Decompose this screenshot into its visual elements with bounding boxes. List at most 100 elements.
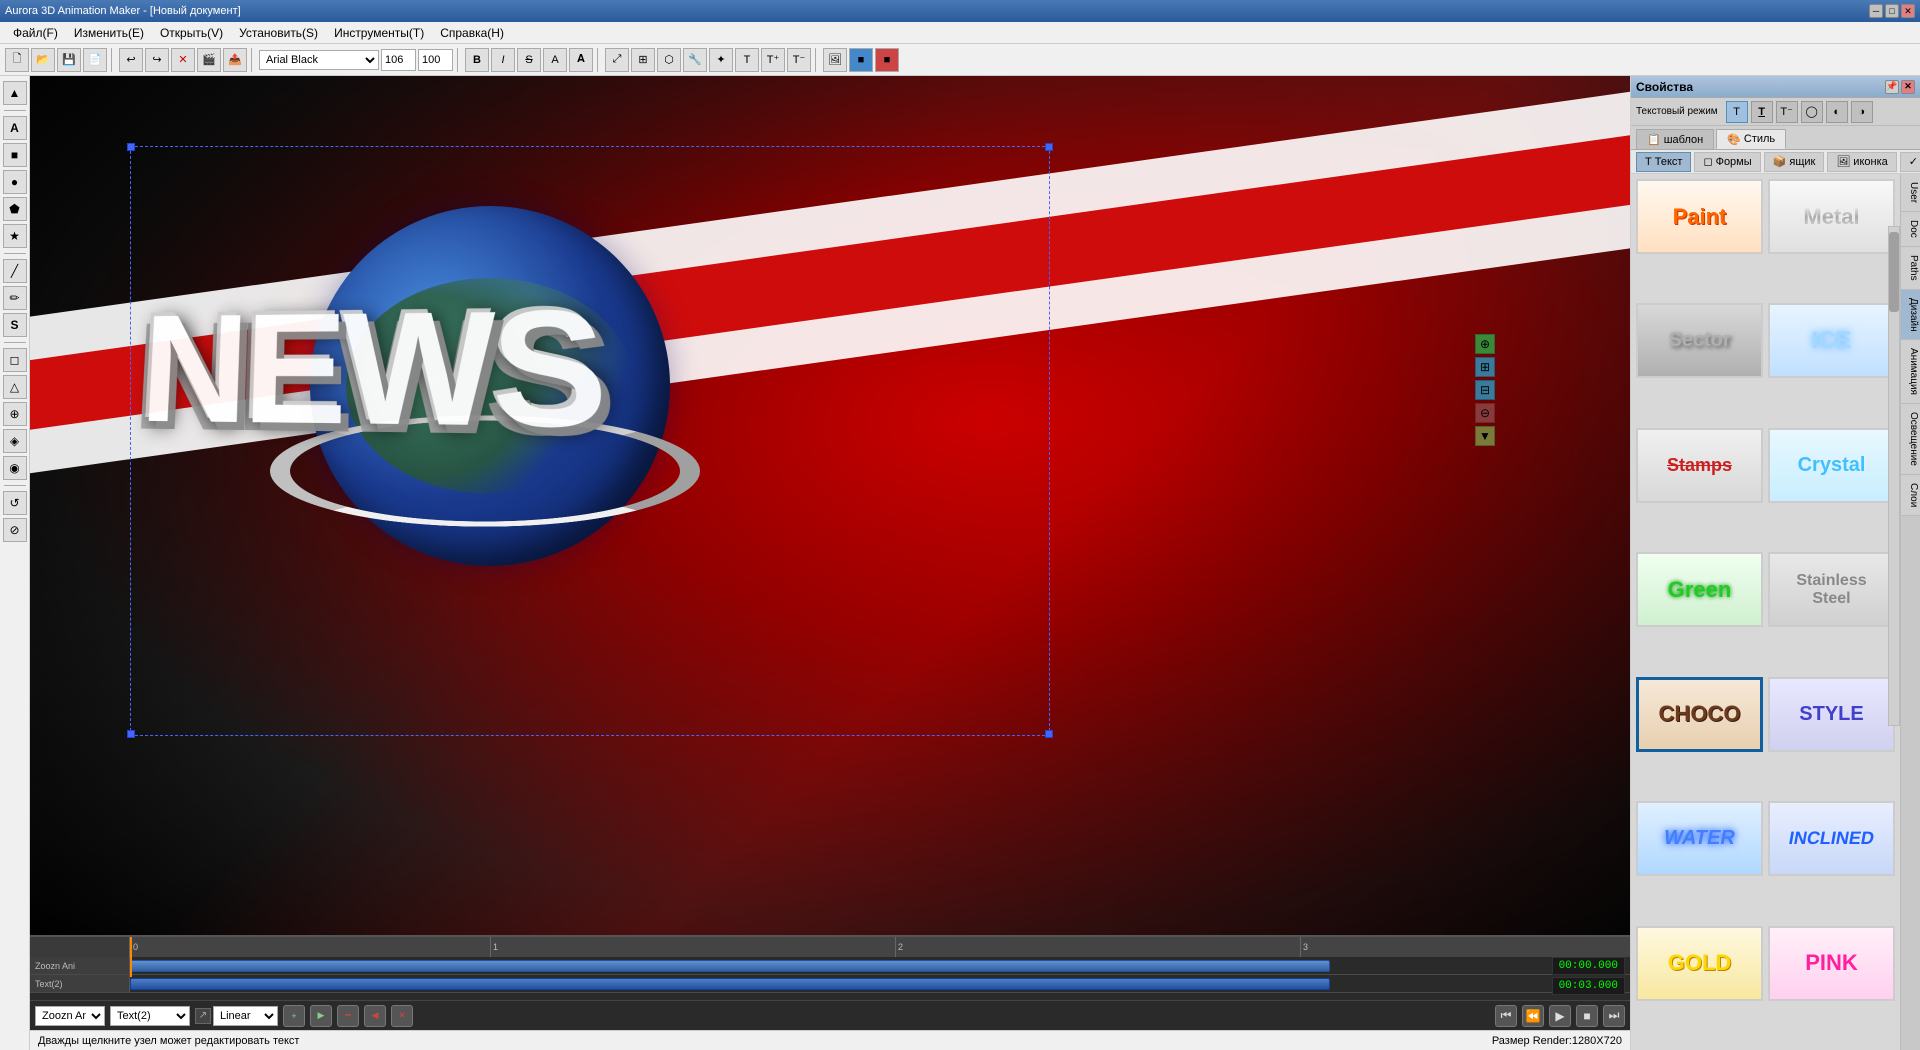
- style-choco[interactable]: CHOCO: [1636, 677, 1763, 752]
- triangle-tool-btn[interactable]: △: [3, 375, 27, 399]
- rotate-tool-btn[interactable]: ↺: [3, 491, 27, 515]
- menu-file[interactable]: Файл(F): [5, 24, 66, 42]
- delete-keyframe-button[interactable]: ━: [337, 1005, 359, 1027]
- style-paint[interactable]: Paint: [1636, 179, 1763, 254]
- polygon-tool-btn[interactable]: ⬟: [3, 197, 27, 221]
- stop-button[interactable]: ■: [1576, 1005, 1598, 1027]
- line-tool-btn[interactable]: ╱: [3, 259, 27, 283]
- handle-bl[interactable]: [127, 730, 135, 738]
- style-green[interactable]: Green: [1636, 552, 1763, 627]
- rect-tool-btn[interactable]: ■: [3, 143, 27, 167]
- mode-btn-1[interactable]: T: [1726, 101, 1748, 123]
- render-button[interactable]: 🎬: [197, 48, 221, 72]
- side-tab-doc[interactable]: Doc: [1901, 212, 1920, 247]
- text-tool-btn[interactable]: A: [3, 116, 27, 140]
- panel-close-button[interactable]: ✕: [1901, 80, 1915, 94]
- font-size-input[interactable]: [381, 49, 416, 71]
- go-start-button[interactable]: ⏮: [1495, 1005, 1517, 1027]
- side-tab-layers[interactable]: Слои: [1901, 475, 1920, 516]
- ellipse-tool-btn[interactable]: ●: [3, 170, 27, 194]
- handle-tl[interactable]: [127, 143, 135, 151]
- tab-style[interactable]: 🎨 Стиль: [1716, 129, 1786, 149]
- undo-button[interactable]: ↩: [119, 48, 143, 72]
- transform-btn-5[interactable]: ▼: [1475, 426, 1495, 446]
- color2-button[interactable]: ■: [875, 48, 899, 72]
- track-bar-area-1[interactable]: [130, 957, 1630, 974]
- strikethrough-button[interactable]: S: [517, 48, 541, 72]
- object-selector[interactable]: Text(2): [110, 1006, 190, 1026]
- save-button[interactable]: 💾: [57, 48, 81, 72]
- font-selector[interactable]: Arial Black: [259, 50, 379, 70]
- transform-button[interactable]: ⤢: [605, 48, 629, 72]
- export-button[interactable]: 📤: [223, 48, 247, 72]
- style-water[interactable]: WATER: [1636, 801, 1763, 876]
- italic-button[interactable]: I: [491, 48, 515, 72]
- transform-btn-2[interactable]: ⊞: [1475, 357, 1495, 377]
- side-tab-user[interactable]: User: [1901, 174, 1920, 212]
- style-pink[interactable]: PINK: [1768, 926, 1895, 1001]
- mode-btn-3[interactable]: T⁻: [1776, 101, 1798, 123]
- style-gold[interactable]: GOLD: [1636, 926, 1763, 1001]
- group-button[interactable]: ⬡: [657, 48, 681, 72]
- special2-tool-btn[interactable]: ◉: [3, 456, 27, 480]
- tab-template[interactable]: 📋 шаблон: [1636, 129, 1714, 149]
- menu-setup[interactable]: Установить(S): [231, 24, 326, 42]
- transform-btn-3[interactable]: ⊟: [1475, 380, 1495, 400]
- styles-scrollbar[interactable]: [1888, 226, 1900, 726]
- spiro-tool-btn[interactable]: S: [3, 313, 27, 337]
- playhead[interactable]: [130, 937, 132, 977]
- align-button[interactable]: ⊞: [631, 48, 655, 72]
- side-tab-lighting[interactable]: Освещение: [1901, 404, 1920, 475]
- mode-btn-5[interactable]: ◐: [1826, 101, 1848, 123]
- close-button[interactable]: ✕: [1901, 4, 1915, 18]
- pen-tool-btn[interactable]: ✏: [3, 286, 27, 310]
- style-inclined[interactable]: INCLINED: [1768, 801, 1895, 876]
- menu-edit[interactable]: Изменить(E): [66, 24, 152, 42]
- style-crystal[interactable]: Crystal: [1768, 428, 1895, 503]
- add-keyframe-button[interactable]: +: [283, 1005, 305, 1027]
- box3d-tool-btn[interactable]: ◻: [3, 348, 27, 372]
- menu-open[interactable]: Открыть(V): [152, 24, 231, 42]
- maximize-button[interactable]: □: [1885, 4, 1899, 18]
- mode-btn-4[interactable]: ◯: [1801, 101, 1823, 123]
- style-ice[interactable]: ICE: [1768, 303, 1895, 378]
- keyframe-back-button[interactable]: ◀: [364, 1005, 386, 1027]
- handle-br[interactable]: [1045, 730, 1053, 738]
- subtab-shapes[interactable]: ◻ Формы: [1694, 152, 1760, 172]
- star-tool-btn[interactable]: ★: [3, 224, 27, 248]
- mode-btn-2[interactable]: T: [1751, 101, 1773, 123]
- minimize-button[interactable]: ─: [1869, 4, 1883, 18]
- subtab-box[interactable]: 📦 ящик: [1764, 152, 1825, 172]
- transform-btn-1[interactable]: ⊕: [1475, 334, 1495, 354]
- side-tab-design[interactable]: Дизайн: [1901, 290, 1920, 341]
- save-as-button[interactable]: 📄: [83, 48, 107, 72]
- text-style-button[interactable]: 𝐀: [569, 48, 593, 72]
- panel-pin-button[interactable]: 📌: [1885, 80, 1899, 94]
- cancel-keyframe-button[interactable]: ✕: [391, 1005, 413, 1027]
- handle-tr[interactable]: [1045, 143, 1053, 151]
- transform-btn-4[interactable]: ⊖: [1475, 403, 1495, 423]
- bg-button[interactable]: 🖼: [823, 48, 847, 72]
- delete-tool-btn[interactable]: ⊘: [3, 518, 27, 542]
- subtab-ok[interactable]: ✓ Ок: [1900, 152, 1920, 172]
- anim2-button[interactable]: T⁺: [761, 48, 785, 72]
- shadow-button[interactable]: A: [543, 48, 567, 72]
- anim1-button[interactable]: T: [735, 48, 759, 72]
- style-metal[interactable]: Metal: [1768, 179, 1895, 254]
- go-end-button[interactable]: ⏭: [1603, 1005, 1625, 1027]
- keyframe-forward-button[interactable]: ▶: [310, 1005, 332, 1027]
- color1-button[interactable]: ■: [849, 48, 873, 72]
- track-bar-area-2[interactable]: [130, 975, 1630, 992]
- track-type-selector[interactable]: Zoozn Ani: [35, 1006, 105, 1026]
- styles-scrollbar-thumb[interactable]: [1889, 232, 1899, 312]
- material-button[interactable]: 🔧: [683, 48, 707, 72]
- select-tool-btn[interactable]: ▲: [3, 81, 27, 105]
- prev-frame-button[interactable]: ⏪: [1522, 1005, 1544, 1027]
- subtab-text[interactable]: T Текст: [1636, 152, 1691, 172]
- bold-button[interactable]: B: [465, 48, 489, 72]
- mode-btn-6[interactable]: ◑: [1851, 101, 1873, 123]
- side-tab-animation[interactable]: Анимация: [1901, 340, 1920, 404]
- new-button[interactable]: 🗋: [5, 48, 29, 72]
- anim3-button[interactable]: T⁻: [787, 48, 811, 72]
- menu-help[interactable]: Справка(H): [432, 24, 512, 42]
